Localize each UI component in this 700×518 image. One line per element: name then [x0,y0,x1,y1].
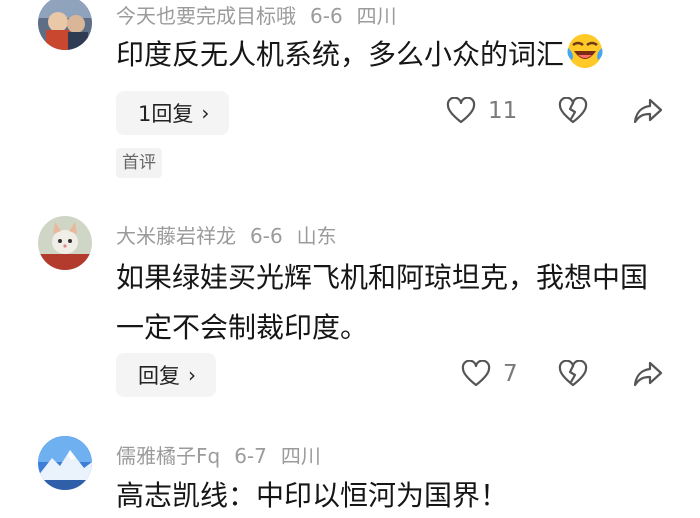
comment-meta: 大米藤岩祥龙 6-6 山东 [116,220,351,249]
reply-button[interactable]: 回复 › [116,353,216,397]
dislike-button[interactable] [558,359,588,392]
share-arrow-icon [633,361,663,387]
like-count: 7 [503,361,518,387]
broken-heart-icon [558,96,588,124]
comment-text: 如果绿娃买光辉飞机和阿琼坦克，我想中国一定不会制裁印度。 [116,261,649,344]
reply-button[interactable]: 1回复 › [116,91,230,135]
avatar[interactable] [38,0,92,50]
comment-text: 印度反无人机系统，多么小众的词汇 [116,32,676,77]
heart-outline-icon [446,97,476,124]
laughing-crying-emoji [567,34,603,68]
chevron-right-icon: › [188,363,196,387]
reply-label: 1回复 [138,102,194,126]
comment-meta: 儒雅橘子Fq 6-7 四川 [116,440,335,469]
comment-meta: 今天也要完成目标哦 6-6 四川 [116,0,411,29]
share-button[interactable] [633,360,663,392]
like-button[interactable]: 11 [446,97,517,125]
comment-location: 山东 [296,224,337,248]
heart-outline-icon [461,360,491,387]
comment-date: 6-7 [234,444,267,468]
username[interactable]: 儒雅橘子Fq [116,444,220,468]
comment-date: 6-6 [250,224,283,248]
comment-text-content: 印度反无人机系统，多么小众的词汇 [116,38,565,71]
avatar[interactable] [38,436,92,490]
username[interactable]: 今天也要完成目标哦 [116,4,296,28]
comment-location: 四川 [280,444,321,468]
broken-heart-icon [558,359,588,387]
chevron-right-icon: › [201,101,210,125]
share-button[interactable] [633,97,663,129]
comment-date: 6-6 [310,4,343,28]
comment-location: 四川 [356,4,397,28]
username[interactable]: 大米藤岩祥龙 [116,224,236,248]
comment-text: 高志凯线：中印以恒河为国界！ [116,479,509,512]
first-comment-tag: 首评 [116,148,162,178]
share-arrow-icon [633,98,663,124]
like-button[interactable]: 7 [461,360,518,388]
reply-label: 回复 [138,364,180,388]
like-count: 11 [488,98,518,124]
avatar[interactable] [38,216,92,270]
dislike-button[interactable] [558,96,588,129]
